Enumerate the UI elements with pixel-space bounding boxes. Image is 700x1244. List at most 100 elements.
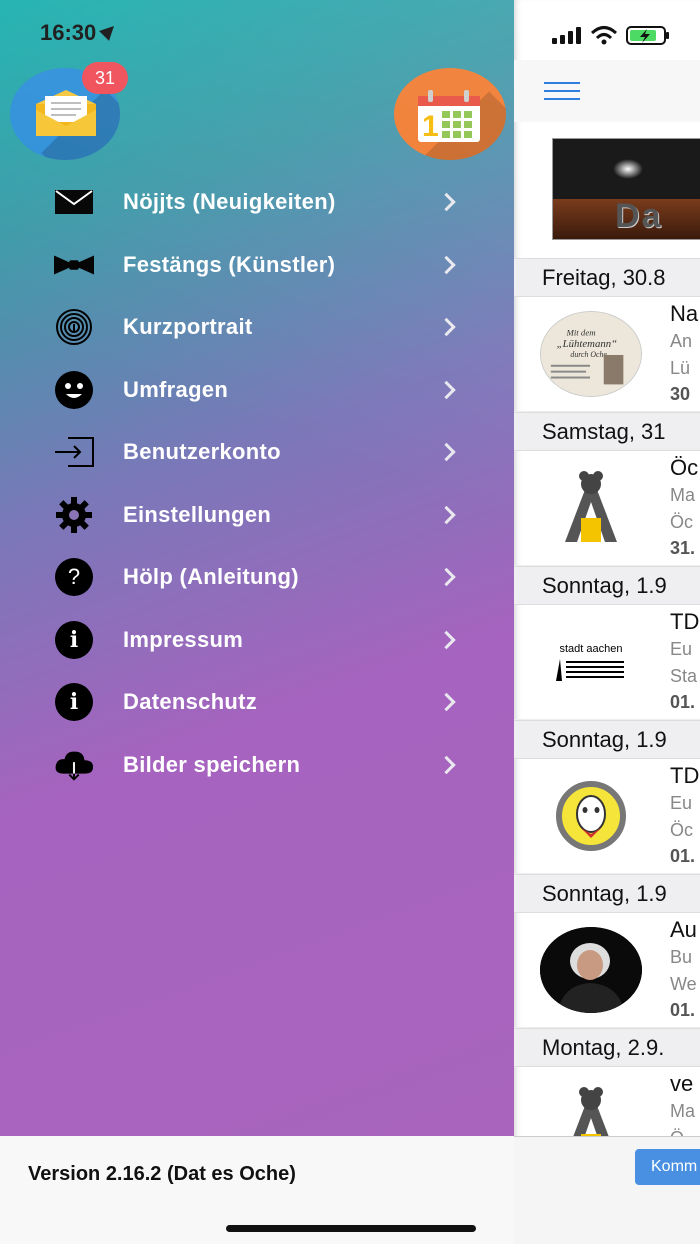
home-indicator [226, 1225, 476, 1232]
bottom-toolbar: Komm [514, 1136, 700, 1244]
event-date: 30 [670, 384, 691, 404]
login-icon [54, 432, 94, 472]
header-banner: Da [552, 138, 700, 240]
signal-icon [552, 27, 581, 44]
wifi-icon [590, 26, 618, 40]
smiley-icon [54, 370, 94, 410]
event-subtitle: Eu [670, 793, 693, 813]
menu-item-news[interactable]: Nöjjts (Neuigkeiten) [0, 171, 514, 234]
chevron-right-icon [437, 505, 456, 524]
calendar-icon: 1 [418, 90, 480, 142]
svg-text:1: 1 [422, 110, 439, 142]
gear-icon [54, 495, 94, 535]
event-location: Öc [670, 820, 694, 840]
envelope-icon [54, 182, 94, 222]
event-item[interactable]: stadt aachen TD Eu Sta 01. [514, 605, 700, 720]
menu-label: Datenschutz [123, 689, 258, 715]
info-icon: i [54, 620, 94, 660]
status-time-text: 16:30 [40, 20, 97, 45]
bowtie-icon [54, 245, 94, 285]
unread-badge: 31 [82, 62, 128, 94]
day-header: Freitag, 30.8 [514, 258, 700, 297]
event-feed: Freitag, 30.8 Mit dem „Lühtemann“ durch … [514, 258, 700, 1182]
main-screen-peek[interactable]: Da Freitag, 30.8 Mit dem „Lühtemann“ dur… [514, 0, 700, 1244]
event-title: Na [670, 301, 699, 326]
comment-button[interactable]: Komm [635, 1149, 700, 1185]
menu-item-polls[interactable]: Umfragen [0, 359, 514, 422]
logo-caption: stadt aachen [559, 643, 623, 655]
day-header: Sonntag, 1.9 [514, 874, 700, 913]
menu-item-imprint[interactable]: i Impressum [0, 609, 514, 672]
event-subtitle: Ma [670, 1101, 696, 1121]
menu-label: Nöjjts (Neuigkeiten) [123, 189, 336, 215]
menu-item-portrait[interactable]: Kurzportrait [0, 296, 514, 359]
svg-text:durch Oche: durch Oche [570, 350, 607, 359]
fingerprint-icon [54, 307, 94, 347]
menu-label: Hölp (Anleitung) [123, 564, 299, 590]
event-subtitle: Bu [670, 947, 693, 967]
menu-item-settings[interactable]: Einstellungen [0, 484, 514, 547]
day-header: Samstag, 31 [514, 412, 700, 451]
artist-photo [540, 927, 642, 1013]
status-icons [552, 26, 669, 45]
chevron-right-icon [437, 693, 456, 712]
menu-item-artists[interactable]: Festängs (Künstler) [0, 234, 514, 297]
chevron-right-icon [437, 755, 456, 774]
event-thumbnail: Mit dem „Lühtemann“ durch Oche [540, 311, 642, 397]
event-subtitle: Eu [670, 639, 693, 659]
event-item[interactable]: Mit dem „Lühtemann“ durch Oche Na An Lü … [514, 297, 700, 412]
event-location: Lü [670, 358, 691, 378]
info-icon: i [54, 682, 94, 722]
hamburger-menu-icon[interactable] [544, 82, 580, 100]
svg-text:„Lühtemann“: „Lühtemann“ [557, 338, 617, 350]
event-title: ve [670, 1071, 694, 1096]
location-arrow-icon [99, 21, 120, 41]
event-item[interactable]: TD Eu Öc 01. [514, 759, 700, 874]
event-location: Öc [670, 512, 694, 532]
day-header: Sonntag, 1.9 [514, 720, 700, 759]
chevron-right-icon [437, 193, 456, 212]
menu-item-help[interactable]: ? Hölp (Anleitung) [0, 546, 514, 609]
menu-label: Einstellungen [123, 501, 272, 527]
version-label: Version 2.16.2 (Dat es Oche) [28, 1163, 296, 1185]
menu-label: Impressum [123, 626, 244, 652]
day-header: Montag, 2.9. [514, 1028, 700, 1067]
stallburschen-logo [540, 773, 642, 859]
nav-header [514, 60, 700, 122]
chevron-right-icon [437, 568, 456, 587]
banner-logo-text: Da [615, 197, 663, 235]
event-date: 01. [670, 692, 696, 712]
event-title: TD [670, 609, 700, 634]
event-location: We [670, 974, 697, 994]
event-subtitle: An [670, 331, 693, 351]
side-drawer: 16:30 31 1 Nöjjts (Neuigkeiten) Festängs… [0, 0, 514, 1136]
battery-icon [626, 26, 669, 45]
menu-item-account[interactable]: Benutzerkonto [0, 421, 514, 484]
status-time: 16:30 [40, 20, 120, 46]
event-title: TD [670, 763, 700, 788]
mail-envelope-icon [36, 90, 96, 136]
menu-item-save-images[interactable]: Bilder speichern [0, 734, 514, 797]
drawer-menu: Nöjjts (Neuigkeiten) Festängs (Künstler)… [0, 171, 514, 796]
event-date: 01. [670, 846, 696, 866]
stadt-aachen-logo: stadt aachen [540, 619, 642, 705]
chevron-right-icon [437, 380, 456, 399]
menu-label: Festängs (Künstler) [123, 251, 336, 277]
menu-item-privacy[interactable]: i Datenschutz [0, 671, 514, 734]
calendar-button[interactable]: 1 [394, 68, 506, 160]
event-item[interactable]: Au Bu We 01. [514, 913, 700, 1028]
chevron-right-icon [437, 318, 456, 337]
event-item[interactable]: Öc Ma Öc 31. [514, 451, 700, 566]
event-date: 31. [670, 538, 696, 558]
menu-label: Benutzerkonto [123, 439, 281, 465]
question-icon: ? [54, 557, 94, 597]
event-subtitle: Ma [670, 485, 696, 505]
event-location: Sta [670, 666, 698, 686]
event-title: Öc [670, 455, 699, 480]
menu-label: Umfragen [123, 376, 229, 402]
day-header: Sonntag, 1.9 [514, 566, 700, 605]
event-title: Au [670, 917, 697, 942]
chevron-right-icon [437, 443, 456, 462]
cloud-download-icon [54, 745, 94, 785]
menu-label: Bilder speichern [123, 751, 301, 777]
